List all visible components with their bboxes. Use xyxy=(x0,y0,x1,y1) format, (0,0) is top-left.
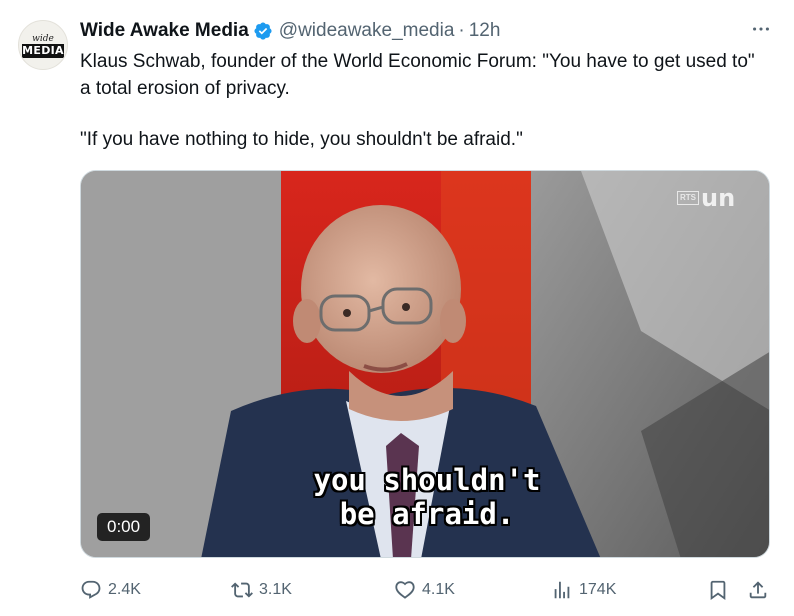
share-button[interactable] xyxy=(747,576,769,604)
like-button[interactable]: 4.1K xyxy=(394,576,455,604)
repost-count: 3.1K xyxy=(259,581,292,598)
bookmark-button[interactable] xyxy=(707,576,729,604)
avatar-text-bottom: MEDIA xyxy=(22,44,64,58)
subtitle-line-2: be afraid. xyxy=(339,497,515,531)
heart-icon xyxy=(395,581,415,599)
views-count: 174K xyxy=(579,581,617,598)
views-chart-icon xyxy=(554,581,570,599)
reply-icon xyxy=(81,580,101,599)
video-duration: 0:00 xyxy=(97,513,151,541)
channel-badge: RTS xyxy=(677,191,699,205)
tweet[interactable]: wide awake MEDIA Wide Awake Media @widea… xyxy=(0,0,794,616)
repost-icon xyxy=(231,582,253,598)
repost-button[interactable]: 3.1K xyxy=(231,576,292,604)
verified-badge-icon[interactable] xyxy=(253,21,273,41)
video-subtitle: you shouldn't be afraid. xyxy=(277,463,577,531)
bookmark-icon xyxy=(710,580,726,601)
avatar[interactable]: wide awake MEDIA xyxy=(18,20,68,70)
handle[interactable]: @wideawake_media xyxy=(279,20,455,42)
separator-dot: · xyxy=(458,20,465,41)
more-horizontal-icon[interactable] xyxy=(748,19,774,39)
video-player[interactable]: RTS un you shouldn't be afraid. 0:00 xyxy=(80,170,770,558)
tweet-text-paragraph-1: Klaus Schwab, founder of the World Econo… xyxy=(80,51,755,99)
display-name[interactable]: Wide Awake Media xyxy=(80,20,249,42)
reply-count: 2.4K xyxy=(108,581,141,598)
like-count: 4.1K xyxy=(422,581,455,598)
subtitle-line-1: you shouldn't xyxy=(313,463,541,497)
views-button[interactable]: 174K xyxy=(551,576,616,604)
reply-button[interactable]: 2.4K xyxy=(80,576,141,604)
channel-name: un xyxy=(701,184,736,212)
channel-logo: RTS un xyxy=(677,184,736,212)
tweet-header: Wide Awake Media @wideawake_media · 12h xyxy=(80,19,500,43)
tweet-text-paragraph-2: "If you have nothing to hide, you should… xyxy=(80,129,523,150)
share-icon xyxy=(749,581,767,599)
action-bar: 2.4K 3.1K 4.1K 174K xyxy=(80,576,770,604)
timestamp[interactable]: 12h xyxy=(469,20,501,42)
